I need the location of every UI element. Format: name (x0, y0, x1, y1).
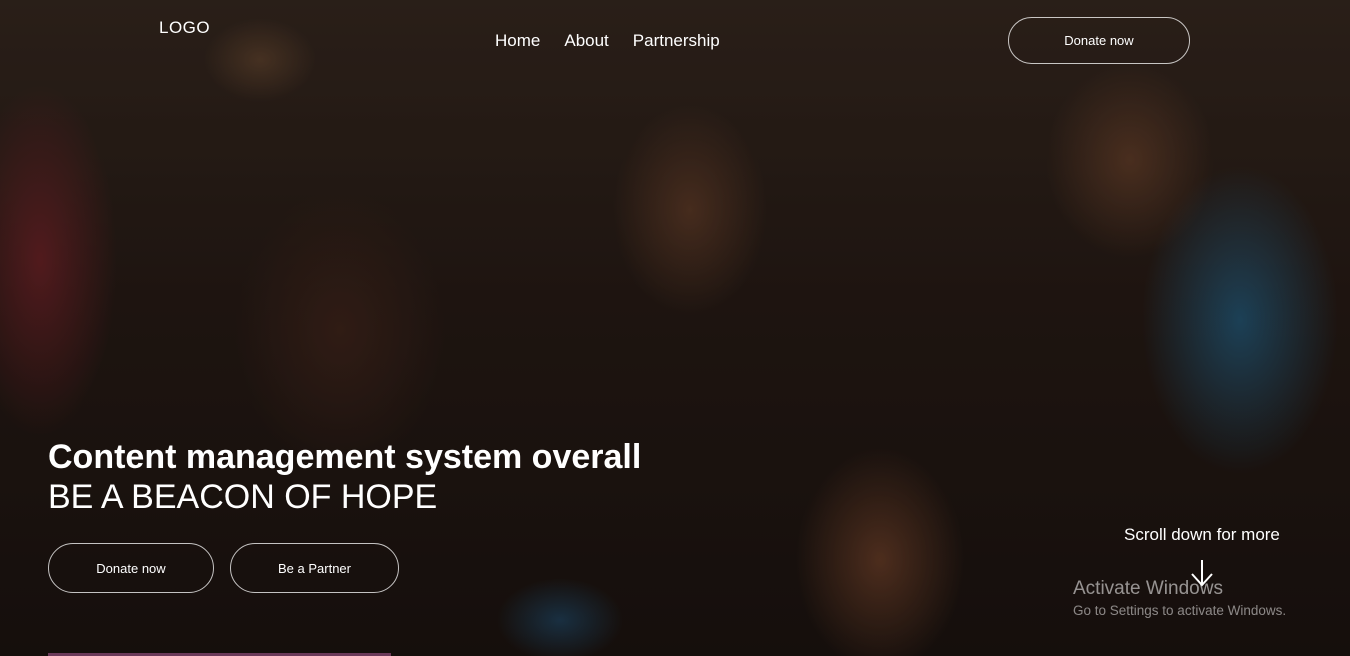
nav-home-link[interactable]: Home (495, 31, 540, 51)
hero-donate-button[interactable]: Donate now (48, 543, 214, 593)
activate-windows-subtitle: Go to Settings to activate Windows. (1073, 603, 1287, 618)
scroll-hint[interactable]: Scroll down for more (1124, 525, 1280, 545)
logo[interactable]: LOGO (159, 18, 210, 38)
be-partner-button[interactable]: Be a Partner (230, 543, 399, 593)
hero-section: LOGO Home About Partnership Donate now C… (0, 0, 1350, 656)
hero-headline: Content management system overall (48, 438, 642, 476)
header-donate-button[interactable]: Donate now (1008, 17, 1190, 64)
activate-windows-title: Activate Windows (1073, 578, 1223, 599)
main-nav: Home About Partnership (495, 31, 720, 51)
nav-partnership-link[interactable]: Partnership (633, 31, 720, 51)
hero-tagline: BE A BEACON OF HOPE (48, 478, 438, 516)
nav-about-link[interactable]: About (564, 31, 608, 51)
